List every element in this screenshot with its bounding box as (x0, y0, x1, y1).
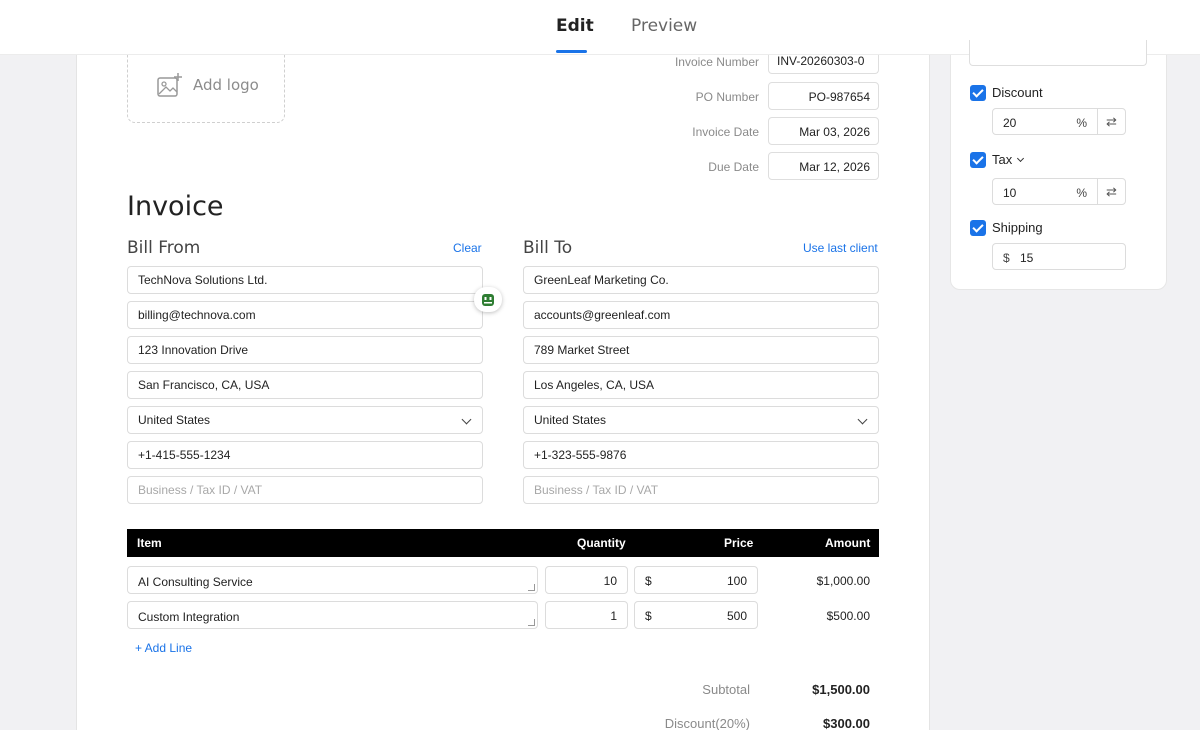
chevron-down-icon (461, 414, 472, 425)
bill-from-name-input[interactable]: TechNova Solutions Ltd. (127, 266, 483, 294)
bill-to-country-select[interactable]: United States (523, 406, 879, 434)
bill-from-address-input[interactable]: 123 Innovation Drive (127, 336, 483, 364)
items-table-header: Item Quantity Price Amount (127, 529, 879, 557)
item-description-input[interactable]: AI Consulting Service (127, 566, 538, 594)
discount-swap-unit-button[interactable]: ⇄ (1097, 108, 1126, 135)
discount-total-label: Discount(20%) (664, 716, 750, 730)
currency-symbol: $ (645, 574, 652, 588)
item-amount: $1,000.00 (816, 574, 870, 588)
tax-value: 10 (1003, 186, 1017, 200)
percent-unit: % (1076, 116, 1087, 130)
tax-dropdown[interactable]: Tax (992, 152, 1025, 167)
item-quantity-input[interactable]: 10 (545, 566, 628, 594)
discount-checkbox[interactable] (970, 85, 986, 101)
tax-label: Tax (992, 152, 1013, 167)
item-price-value: 500 (726, 609, 747, 623)
header-quantity: Quantity (577, 536, 626, 550)
due-date-input[interactable]: Mar 12, 2026 (768, 152, 879, 180)
discount-input[interactable]: 20 % (992, 108, 1098, 135)
bill-to-email-input[interactable]: accounts@greenleaf.com (523, 301, 879, 329)
subtotal-label: Subtotal (702, 682, 750, 697)
clear-bill-from-link[interactable]: Clear (453, 241, 482, 255)
discount-label: Discount (992, 85, 1043, 100)
resize-handle-icon[interactable] (528, 584, 535, 591)
image-add-icon (157, 73, 182, 97)
currency-symbol: $ (1003, 251, 1010, 265)
subtotal-value: $1,500.00 (812, 682, 870, 697)
item-description-text: AI Consulting Service (138, 575, 253, 589)
item-description-text: Custom Integration (138, 610, 240, 624)
item-quantity-input[interactable]: 1 (545, 601, 628, 629)
item-price-input[interactable]: $ 500 (634, 601, 758, 629)
header-price: Price (724, 536, 754, 550)
shipping-label: Shipping (992, 220, 1043, 235)
use-last-client-link[interactable]: Use last client (803, 241, 878, 255)
add-logo-label[interactable]: Add logo (193, 76, 259, 94)
add-line-button[interactable]: + Add Line (135, 641, 192, 655)
shipping-value: 15 (1020, 251, 1034, 265)
bill-from-phone-input[interactable]: +1-415-555-1234 (127, 441, 483, 469)
discount-total-value: $300.00 (823, 716, 870, 730)
bill-from-title: Bill From (127, 238, 201, 258)
bill-from-country-value: United States (138, 413, 211, 427)
due-date-label: Due Date (708, 160, 759, 174)
currency-symbol: $ (645, 609, 652, 623)
bill-to-tax-id-input[interactable]: Business / Tax ID / VAT (523, 476, 879, 504)
invoice-date-label: Invoice Date (692, 125, 759, 139)
swap-icon: ⇄ (1106, 113, 1117, 129)
bill-to-city-input[interactable]: Los Angeles, CA, USA (523, 371, 879, 399)
bill-from-country-select[interactable]: United States (127, 406, 483, 434)
bill-from-city-input[interactable]: San Francisco, CA, USA (127, 371, 483, 399)
discount-value: 20 (1003, 116, 1017, 130)
header-amount: Amount (825, 536, 871, 550)
bill-to-title: Bill To (523, 238, 573, 258)
chevron-down-icon (1017, 154, 1025, 163)
bill-to-address-input[interactable]: 789 Market Street (523, 336, 879, 364)
item-amount: $500.00 (826, 609, 870, 623)
item-description-input[interactable]: Custom Integration (127, 601, 538, 629)
tax-checkbox[interactable] (970, 152, 986, 168)
item-price-value: 100 (726, 574, 747, 588)
percent-unit: % (1076, 186, 1087, 200)
chevron-down-icon (857, 414, 868, 425)
po-number-input[interactable]: PO-987654 (768, 82, 879, 110)
header-item: Item (137, 536, 162, 550)
tax-swap-unit-button[interactable]: ⇄ (1097, 178, 1126, 205)
bill-to-country-value: United States (534, 413, 607, 427)
item-price-input[interactable]: $ 100 (634, 566, 758, 594)
resize-handle-icon[interactable] (528, 619, 535, 626)
invoice-number-label: Invoice Number (674, 55, 759, 69)
tab-preview[interactable]: Preview (631, 16, 697, 36)
currency-select[interactable] (969, 40, 1147, 66)
bill-from-email-input[interactable]: billing@technova.com (127, 301, 483, 329)
bill-to-name-input[interactable]: GreenLeaf Marketing Co. (523, 266, 879, 294)
po-number-label: PO Number (695, 90, 759, 104)
active-tab-indicator (556, 50, 587, 53)
swap-icon: ⇄ (1106, 183, 1117, 199)
tab-edit[interactable]: Edit (556, 16, 594, 36)
invoice-title[interactable]: Invoice (127, 191, 224, 222)
shipping-input[interactable]: $ 15 (992, 243, 1126, 270)
shipping-checkbox[interactable] (970, 220, 986, 236)
bill-from-tax-id-input[interactable]: Business / Tax ID / VAT (127, 476, 483, 504)
autofill-widget-icon[interactable] (474, 287, 502, 312)
invoice-date-input[interactable]: Mar 03, 2026 (768, 117, 879, 145)
tax-input[interactable]: 10 % (992, 178, 1098, 205)
bill-to-phone-input[interactable]: +1-323-555-9876 (523, 441, 879, 469)
